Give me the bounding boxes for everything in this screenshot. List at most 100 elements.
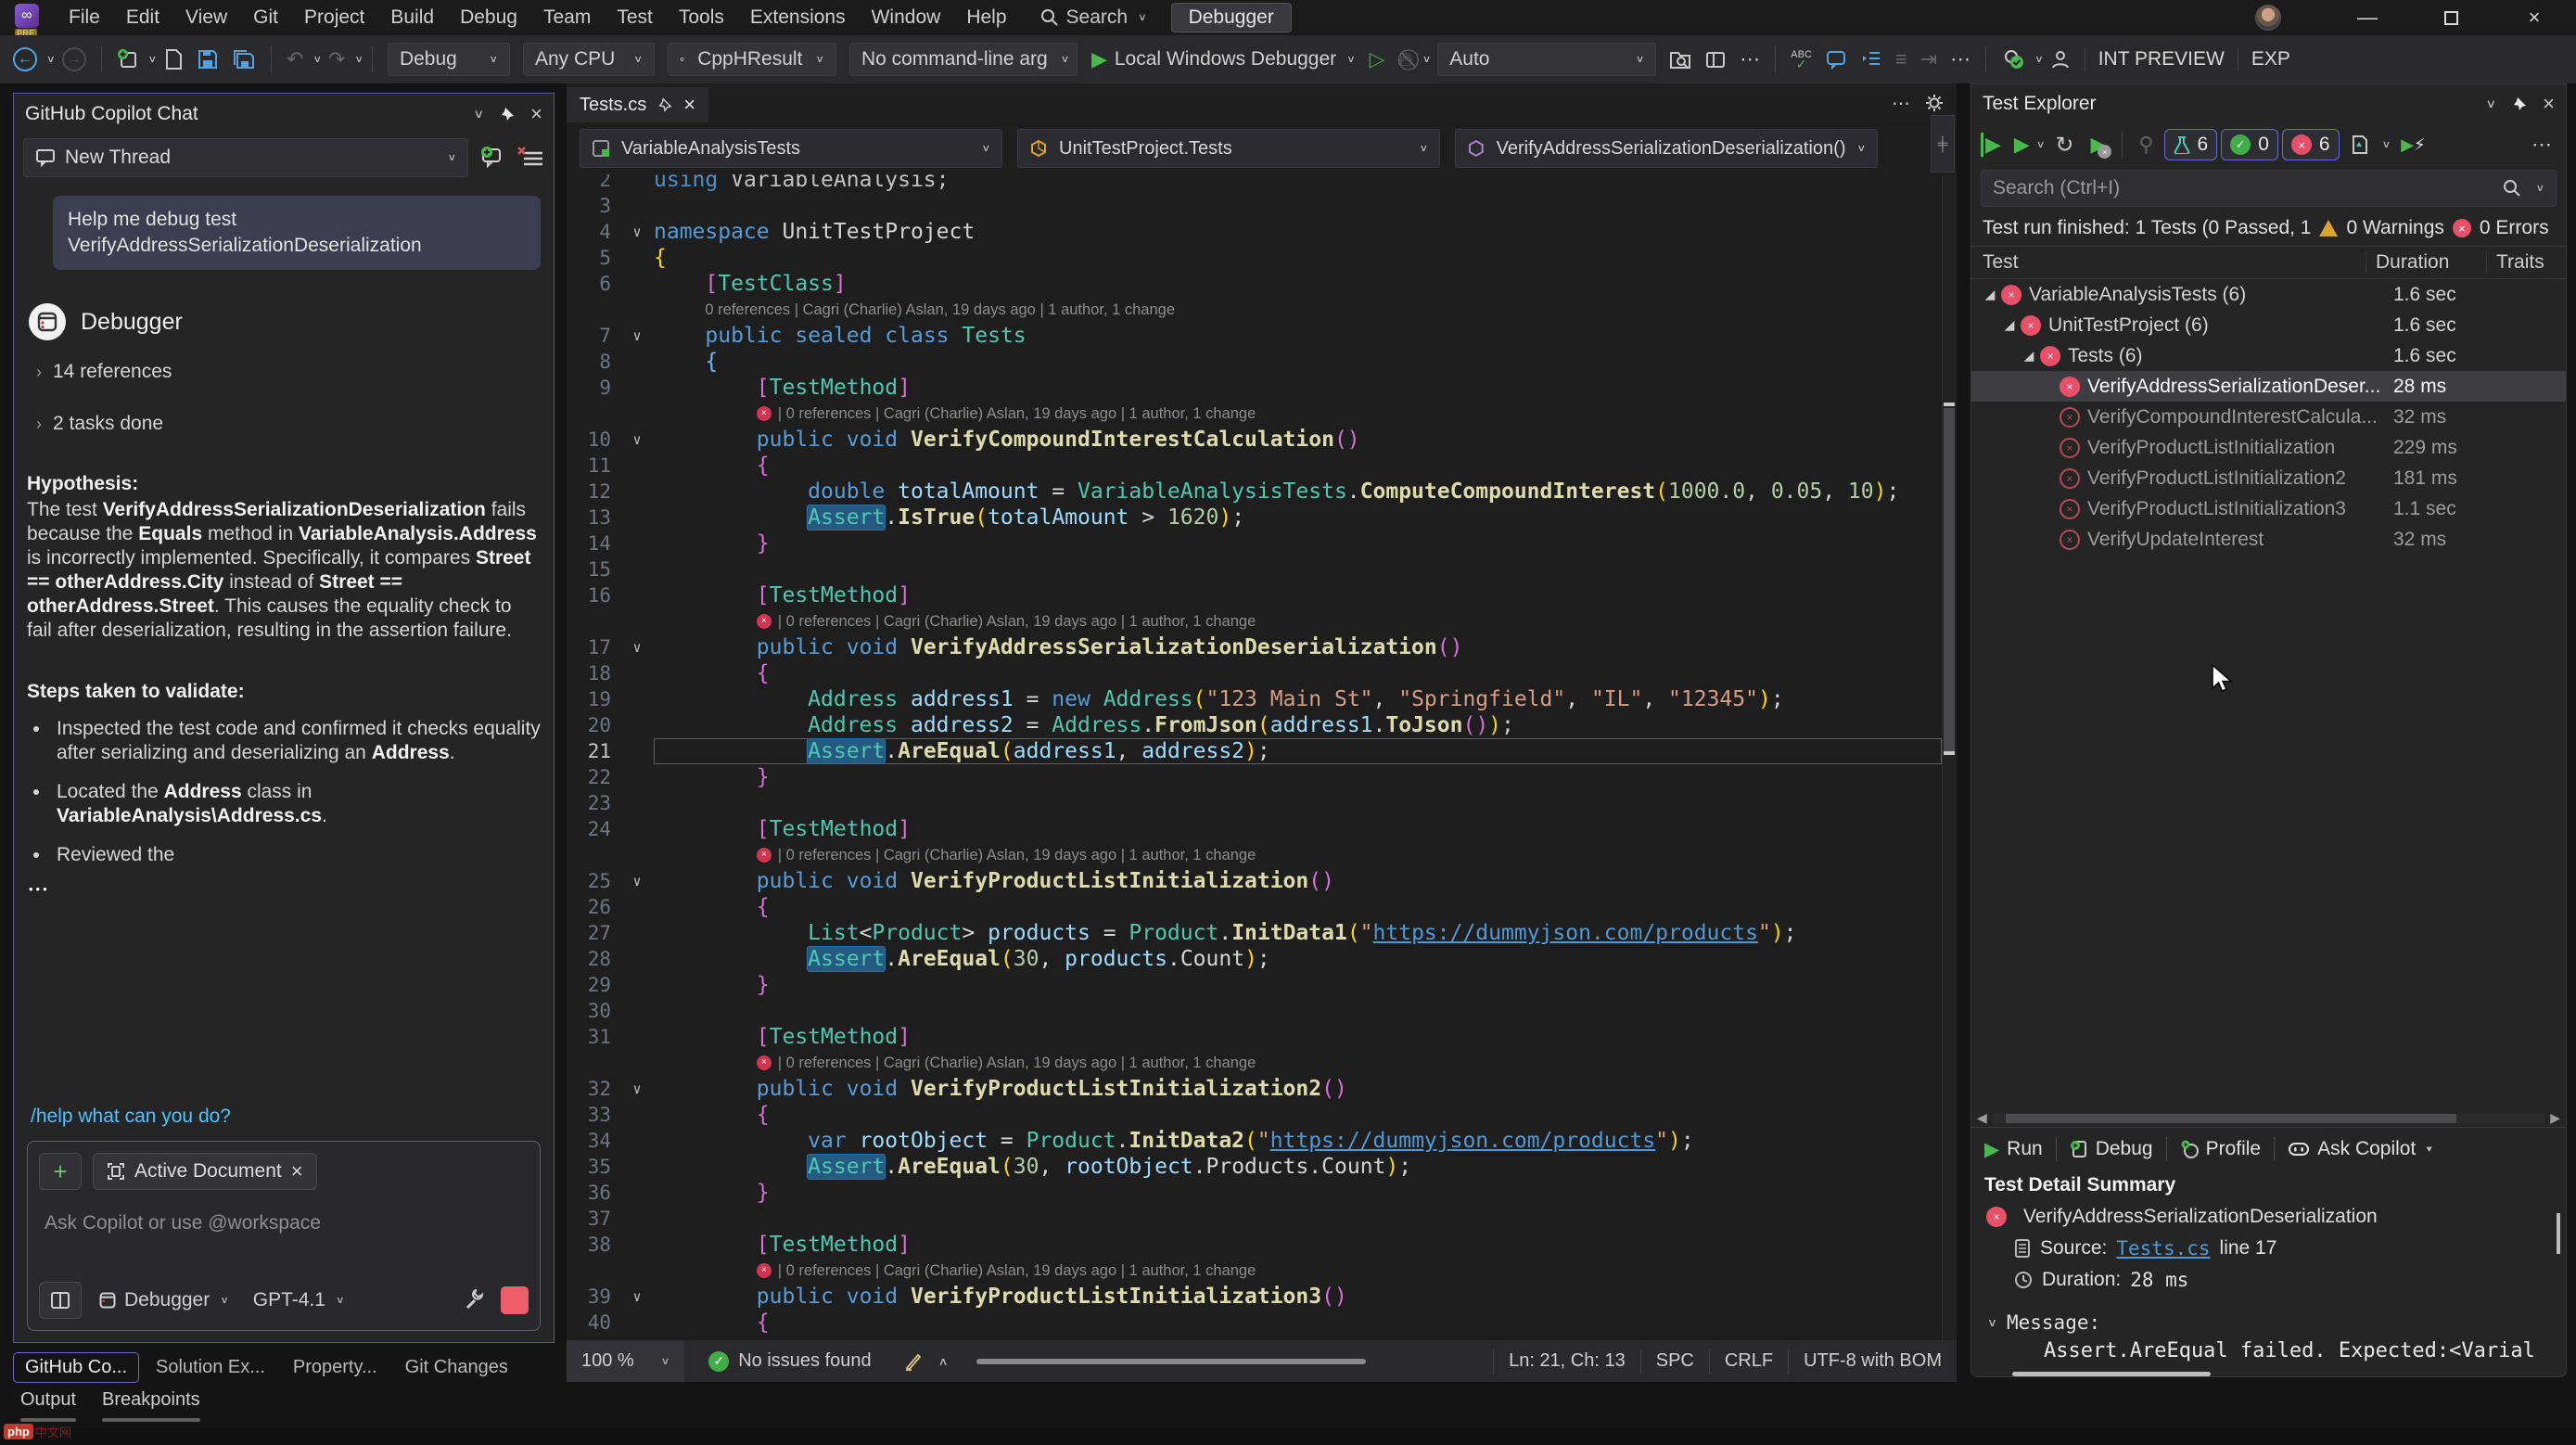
chevron-down-icon[interactable]: ∨ [2034,54,2044,66]
test-row[interactable]: ◢×UnitTestProject (6)1.6 sec [1971,310,2566,340]
code-line-6[interactable]: 6 [TestClass] [567,271,1942,297]
encoding[interactable]: UTF-8 with BOM [1788,1349,1957,1374]
code-line-38[interactable]: 38 [TestMethod] [567,1232,1942,1258]
code-line-32[interactable]: 32∨ public void VerifyProductListInitial… [567,1076,1942,1102]
editor-vertical-scrollbar[interactable] [1942,174,1957,1340]
project-dropdown[interactable]: VariableAnalysisTests ∨ [580,129,1002,168]
code-line-7[interactable]: 7∨ public sealed class Tests [567,323,1942,349]
code-line-13[interactable]: 13 Assert.IsTrue(totalAmount > 1620); [567,505,1942,531]
navigate-forward-icon[interactable]: → [62,47,86,71]
code-line-31[interactable]: 31 [TestMethod] [567,1024,1942,1050]
scroll-left-icon[interactable]: ◀ [1977,1110,1987,1126]
code-line-9[interactable]: 9 [TestMethod] [567,375,1942,401]
test-row[interactable]: ×VerifyProductListInitialization229 ms [1971,432,2566,463]
remove-chip-icon[interactable]: × [291,1159,303,1183]
spell-check-icon[interactable]: ABC✓ [1791,50,1812,69]
menu-help[interactable]: Help [953,3,1019,32]
help-command-link[interactable]: /help what can you do? [31,1106,541,1128]
chevron-down-icon[interactable]: ∨ [2535,183,2544,195]
model-selector[interactable]: GPT-4.1 ∨ [246,1285,352,1315]
run-icon[interactable]: ▶ [2014,133,2030,157]
chevron-down-icon[interactable]: ∨ [2382,139,2391,151]
debugger-layout-button[interactable]: Debugger [1171,3,1292,32]
menu-project[interactable]: Project [291,3,377,32]
pin-icon[interactable] [2511,96,2528,112]
toolbar-overflow2-icon[interactable]: ⋯ [1950,47,1970,71]
chevron-down-icon[interactable]: ∨ [1422,54,1432,66]
test-row[interactable]: ◢×Tests (6)1.6 sec [1971,340,2566,371]
chat-input-placeholder[interactable]: Ask Copilot or use @workspace [45,1212,529,1234]
document-overflow-icon[interactable]: ⋯ [1892,92,1910,115]
comment-icon[interactable] [1825,49,1847,70]
run-test-button[interactable]: ▶ Run [1984,1138,2043,1161]
code-line-8[interactable]: 8 { [567,349,1942,375]
new-project-icon[interactable] [117,48,139,70]
chat-input-box[interactable]: + Active Document × Ask Copilot or use @… [27,1141,541,1331]
class-dropdown[interactable]: UnitTestProject.Tests ∨ [1017,129,1440,168]
code-line-14[interactable]: 14 } [567,531,1942,556]
code-line-39[interactable]: 39∨ public void VerifyProductListInitial… [567,1284,1942,1310]
menu-tools[interactable]: Tools [666,3,737,32]
code-line-23[interactable]: 23 [567,790,1942,816]
member-dropdown[interactable]: VerifyAddressSerializationDeserializatio… [1455,129,1878,168]
layout-columns-icon[interactable] [39,1282,82,1319]
expander-icon[interactable]: ◢ [2000,317,2019,333]
test-row[interactable]: ×VerifyCompoundInterestCalcula...32 ms [1971,402,2566,432]
code-line-2[interactable]: 2using VariableAnalysis; [567,174,1942,193]
startup-project-dropdown[interactable]: CppHResult∨ [668,43,836,76]
code-line-20[interactable]: 20 Address address2 = Address.FromJson(a… [567,712,1942,738]
chevron-down-icon[interactable]: ∨ [312,54,322,66]
code-line-12[interactable]: 12 double totalAmount = VariableAnalysis… [567,479,1942,505]
platform-dropdown[interactable]: Any CPU∨ [523,43,655,76]
code-line-30[interactable]: 30 [567,998,1942,1024]
issues-indicator[interactable]: ✓ No issues found [708,1350,871,1372]
chevron-down-icon[interactable]: ∨ [46,54,56,66]
menu-build[interactable]: Build [377,3,447,32]
detail-vertical-scrollbar[interactable] [2557,1213,2560,1254]
tab-breakpoints[interactable]: Breakpoints [102,1389,200,1422]
code-line-4[interactable]: 4∨namespace UnitTestProject [567,219,1942,245]
message-expander-icon[interactable]: ∨ [1987,1316,1997,1329]
code-line-21[interactable]: 21 Assert.AreEqual(address1, address2); [567,738,1942,764]
tasks-expander[interactable]: › 2 tasks done [36,413,541,435]
menu-extensions[interactable]: Extensions [737,3,859,32]
code-line-26[interactable]: 26 { [567,894,1942,920]
codelens-row[interactable]: ×| 0 references | Cagri (Charlie) Aslan,… [567,608,1942,634]
code-line-34[interactable]: 34 var rootObject = Product.InitData2("h… [567,1128,1942,1154]
stop-button[interactable] [501,1286,529,1314]
save-all-icon[interactable] [232,48,256,70]
window-layout-icon[interactable] [1704,49,1727,70]
scroll-right-icon[interactable]: ▶ [2550,1110,2560,1126]
code-line-11[interactable]: 11 { [567,453,1942,479]
fold-chevron-icon[interactable]: ∨ [620,327,654,344]
squiggle-tool-icon[interactable] [903,1351,924,1372]
undo-icon[interactable]: ↶ [287,47,303,71]
toolbar-overflow-icon[interactable]: ⋯ [1740,47,1760,71]
expander-icon[interactable]: ◢ [2020,348,2038,364]
editor-horizontal-scrollbar[interactable] [976,1358,1465,1365]
code-line-22[interactable]: 22 } [567,764,1942,790]
code-viewport[interactable]: 2using VariableAnalysis;34∨namespace Uni… [567,174,1957,1340]
new-file-icon[interactable] [163,48,184,70]
code-line-24[interactable]: 24 [TestMethod] [567,816,1942,842]
codelens-row[interactable]: ×| 0 references | Cagri (Charlie) Aslan,… [567,401,1942,427]
code-line-17[interactable]: 17∨ public void VerifyAddressSerializati… [567,634,1942,660]
tab-tests-cs[interactable]: Tests.cs × [567,87,708,122]
maximize-button[interactable] [2409,0,2493,35]
code-line-36[interactable]: 36 } [567,1180,1942,1206]
start-debugging-button[interactable]: ▶ Local Windows Debugger ∨ [1091,47,1356,71]
hot-reload-icon[interactable]: 🔥︎⃠ [1398,47,1413,71]
expander-icon[interactable]: ◢ [1981,287,1999,302]
menu-git[interactable]: Git [240,3,291,32]
source-file-link[interactable]: Tests.cs [2116,1237,2210,1260]
active-document-chip[interactable]: Active Document × [93,1153,317,1190]
titlebar-search[interactable]: Search ∨ [1040,6,1147,29]
redo-icon[interactable]: ↷ [328,47,345,71]
codelens-row[interactable]: 0 references | Cagri (Charlie) Aslan, 19… [567,297,1942,323]
codelens-row[interactable]: ×| 0 references | Cagri (Charlie) Aslan,… [567,842,1942,868]
toolwindow-tab-3[interactable]: Property... [282,1353,389,1382]
auto-dropdown[interactable]: Auto∨ [1437,43,1656,76]
run-failed-icon[interactable]: ▶× [2090,133,2106,157]
run-all-icon[interactable]: ▶ [1981,133,2001,157]
scrollbar-thumb[interactable] [1944,408,1955,753]
